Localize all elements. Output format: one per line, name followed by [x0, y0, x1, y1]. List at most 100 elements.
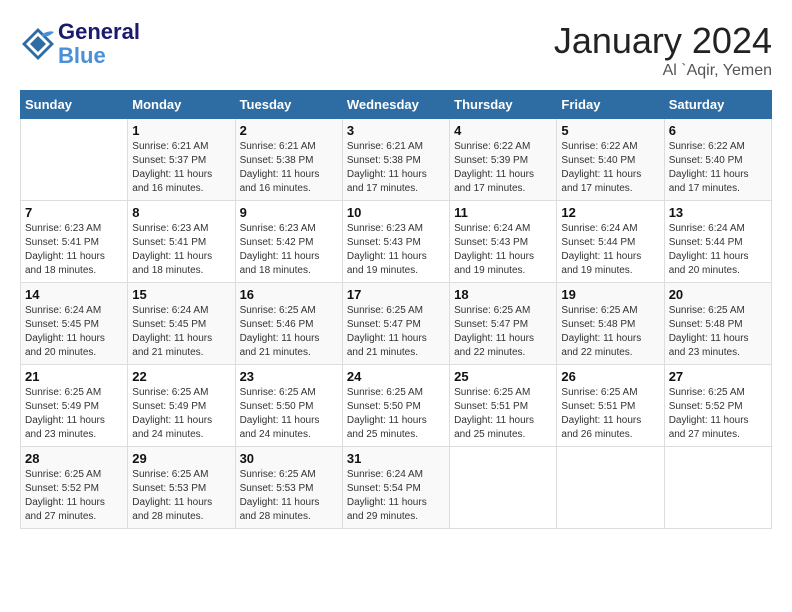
day-info: Sunrise: 6:25 AMSunset: 5:46 PMDaylight:…	[240, 304, 338, 360]
calendar-cell: 24 Sunrise: 6:25 AMSunset: 5:50 PMDayligh…	[342, 365, 449, 447]
calendar-cell: 13Sunrise: 6:24 AMSunset: 5:44 PMDayligh…	[664, 201, 771, 283]
calendar-cell: 10Sunrise: 6:23 AMSunset: 5:43 PMDayligh…	[342, 201, 449, 283]
calendar-cell	[664, 447, 771, 529]
day-number: 7	[25, 205, 123, 220]
calendar-cell: 5 Sunrise: 6:22 AMSunset: 5:40 PMDaylight…	[557, 119, 664, 201]
day-number: 20	[669, 287, 767, 302]
weekday-header: Tuesday	[235, 91, 342, 119]
calendar-cell: 29 Sunrise: 6:25 AMSunset: 5:53 PMDayligh…	[128, 447, 235, 529]
day-number: 3	[347, 123, 445, 138]
day-number: 11	[454, 205, 552, 220]
day-number: 10	[347, 205, 445, 220]
day-number: 15	[132, 287, 230, 302]
logo-icon	[20, 26, 56, 62]
day-info: Sunrise: 6:24 AMSunset: 5:43 PMDaylight:…	[454, 222, 552, 278]
day-number: 28	[25, 451, 123, 466]
day-number: 19	[561, 287, 659, 302]
day-number: 21	[25, 369, 123, 384]
day-number: 16	[240, 287, 338, 302]
calendar-cell: 20 Sunrise: 6:25 AMSunset: 5:48 PMDayligh…	[664, 283, 771, 365]
weekday-header: Saturday	[664, 91, 771, 119]
day-number: 14	[25, 287, 123, 302]
calendar-cell: 18Sunrise: 6:25 AMSunset: 5:47 PMDayligh…	[450, 283, 557, 365]
day-info: Sunrise: 6:25 AMSunset: 5:51 PMDaylight:…	[561, 386, 659, 442]
day-number: 1	[132, 123, 230, 138]
calendar-cell	[450, 447, 557, 529]
calendar-cell: 17Sunrise: 6:25 AMSunset: 5:47 PMDayligh…	[342, 283, 449, 365]
day-info: Sunrise: 6:25 AMSunset: 5:53 PMDaylight:…	[240, 468, 338, 524]
month-year: January 2024	[554, 20, 772, 62]
page-header: GeneralBlue January 2024 Al `Aqir, Yemen	[20, 20, 772, 80]
calendar-cell: 1 Sunrise: 6:21 AMSunset: 5:37 PMDaylight…	[128, 119, 235, 201]
day-number: 5	[561, 123, 659, 138]
calendar-week-row: 1 Sunrise: 6:21 AMSunset: 5:37 PMDaylight…	[21, 119, 772, 201]
day-info: Sunrise: 6:22 AMSunset: 5:40 PMDaylight:…	[561, 140, 659, 196]
day-number: 24	[347, 369, 445, 384]
day-info: Sunrise: 6:25 AMSunset: 5:51 PMDaylight:…	[454, 386, 552, 442]
day-number: 2	[240, 123, 338, 138]
weekday-header: Sunday	[21, 91, 128, 119]
calendar-cell: 11 Sunrise: 6:24 AMSunset: 5:43 PMDayligh…	[450, 201, 557, 283]
day-info: Sunrise: 6:21 AMSunset: 5:37 PMDaylight:…	[132, 140, 230, 196]
weekday-header: Monday	[128, 91, 235, 119]
weekday-header: Wednesday	[342, 91, 449, 119]
day-number: 22	[132, 369, 230, 384]
calendar-cell: 16 Sunrise: 6:25 AMSunset: 5:46 PMDayligh…	[235, 283, 342, 365]
calendar-cell	[557, 447, 664, 529]
calendar-cell: 19 Sunrise: 6:25 AMSunset: 5:48 PMDayligh…	[557, 283, 664, 365]
day-info: Sunrise: 6:23 AMSunset: 5:41 PMDaylight:…	[25, 222, 123, 278]
day-number: 25	[454, 369, 552, 384]
day-info: Sunrise: 6:25 AMSunset: 5:50 PMDaylight:…	[347, 386, 445, 442]
day-info: Sunrise: 6:25 AMSunset: 5:47 PMDaylight:…	[347, 304, 445, 360]
calendar-cell: 22 Sunrise: 6:25 AMSunset: 5:49 PMDayligh…	[128, 365, 235, 447]
day-info: Sunrise: 6:25 AMSunset: 5:52 PMDaylight:…	[669, 386, 767, 442]
day-info: Sunrise: 6:25 AMSunset: 5:50 PMDaylight:…	[240, 386, 338, 442]
calendar-cell: 4 Sunrise: 6:22 AMSunset: 5:39 PMDaylight…	[450, 119, 557, 201]
day-number: 26	[561, 369, 659, 384]
day-number: 12	[561, 205, 659, 220]
day-info: Sunrise: 6:24 AMSunset: 5:44 PMDaylight:…	[561, 222, 659, 278]
day-info: Sunrise: 6:24 AMSunset: 5:54 PMDaylight:…	[347, 468, 445, 524]
day-info: Sunrise: 6:23 AMSunset: 5:42 PMDaylight:…	[240, 222, 338, 278]
day-info: Sunrise: 6:25 AMSunset: 5:48 PMDaylight:…	[561, 304, 659, 360]
day-info: Sunrise: 6:25 AMSunset: 5:52 PMDaylight:…	[25, 468, 123, 524]
day-info: Sunrise: 6:25 AMSunset: 5:49 PMDaylight:…	[132, 386, 230, 442]
calendar-cell: 7 Sunrise: 6:23 AMSunset: 5:41 PMDaylight…	[21, 201, 128, 283]
calendar-cell: 31Sunrise: 6:24 AMSunset: 5:54 PMDayligh…	[342, 447, 449, 529]
calendar-cell: 30 Sunrise: 6:25 AMSunset: 5:53 PMDayligh…	[235, 447, 342, 529]
calendar-cell: 23 Sunrise: 6:25 AMSunset: 5:50 PMDayligh…	[235, 365, 342, 447]
day-number: 4	[454, 123, 552, 138]
weekday-header: Friday	[557, 91, 664, 119]
day-number: 29	[132, 451, 230, 466]
day-info: Sunrise: 6:21 AMSunset: 5:38 PMDaylight:…	[240, 140, 338, 196]
day-info: Sunrise: 6:25 AMSunset: 5:48 PMDaylight:…	[669, 304, 767, 360]
day-info: Sunrise: 6:25 AMSunset: 5:53 PMDaylight:…	[132, 468, 230, 524]
day-number: 27	[669, 369, 767, 384]
day-number: 9	[240, 205, 338, 220]
calendar-cell: 2 Sunrise: 6:21 AMSunset: 5:38 PMDaylight…	[235, 119, 342, 201]
title-block: January 2024 Al `Aqir, Yemen	[554, 20, 772, 80]
calendar-cell: 28 Sunrise: 6:25 AMSunset: 5:52 PMDayligh…	[21, 447, 128, 529]
calendar-cell: 25 Sunrise: 6:25 AMSunset: 5:51 PMDayligh…	[450, 365, 557, 447]
calendar-table: SundayMondayTuesdayWednesdayThursdayFrid…	[20, 90, 772, 529]
calendar-cell: 8Sunrise: 6:23 AMSunset: 5:41 PMDaylight…	[128, 201, 235, 283]
calendar-cell: 27 Sunrise: 6:25 AMSunset: 5:52 PMDayligh…	[664, 365, 771, 447]
calendar-week-row: 21 Sunrise: 6:25 AMSunset: 5:49 PMDayligh…	[21, 365, 772, 447]
calendar-cell: 3Sunrise: 6:21 AMSunset: 5:38 PMDaylight…	[342, 119, 449, 201]
day-number: 30	[240, 451, 338, 466]
calendar-cell	[21, 119, 128, 201]
day-number: 18	[454, 287, 552, 302]
day-number: 23	[240, 369, 338, 384]
weekday-header: Thursday	[450, 91, 557, 119]
calendar-cell: 15Sunrise: 6:24 AMSunset: 5:45 PMDayligh…	[128, 283, 235, 365]
calendar-cell: 9 Sunrise: 6:23 AMSunset: 5:42 PMDaylight…	[235, 201, 342, 283]
day-info: Sunrise: 6:22 AMSunset: 5:40 PMDaylight:…	[669, 140, 767, 196]
calendar-cell: 12 Sunrise: 6:24 AMSunset: 5:44 PMDayligh…	[557, 201, 664, 283]
calendar-week-row: 14Sunrise: 6:24 AMSunset: 5:45 PMDayligh…	[21, 283, 772, 365]
day-info: Sunrise: 6:22 AMSunset: 5:39 PMDaylight:…	[454, 140, 552, 196]
calendar-cell: 21Sunrise: 6:25 AMSunset: 5:49 PMDayligh…	[21, 365, 128, 447]
day-info: Sunrise: 6:23 AMSunset: 5:41 PMDaylight:…	[132, 222, 230, 278]
day-info: Sunrise: 6:24 AMSunset: 5:44 PMDaylight:…	[669, 222, 767, 278]
day-number: 6	[669, 123, 767, 138]
header-row: SundayMondayTuesdayWednesdayThursdayFrid…	[21, 91, 772, 119]
